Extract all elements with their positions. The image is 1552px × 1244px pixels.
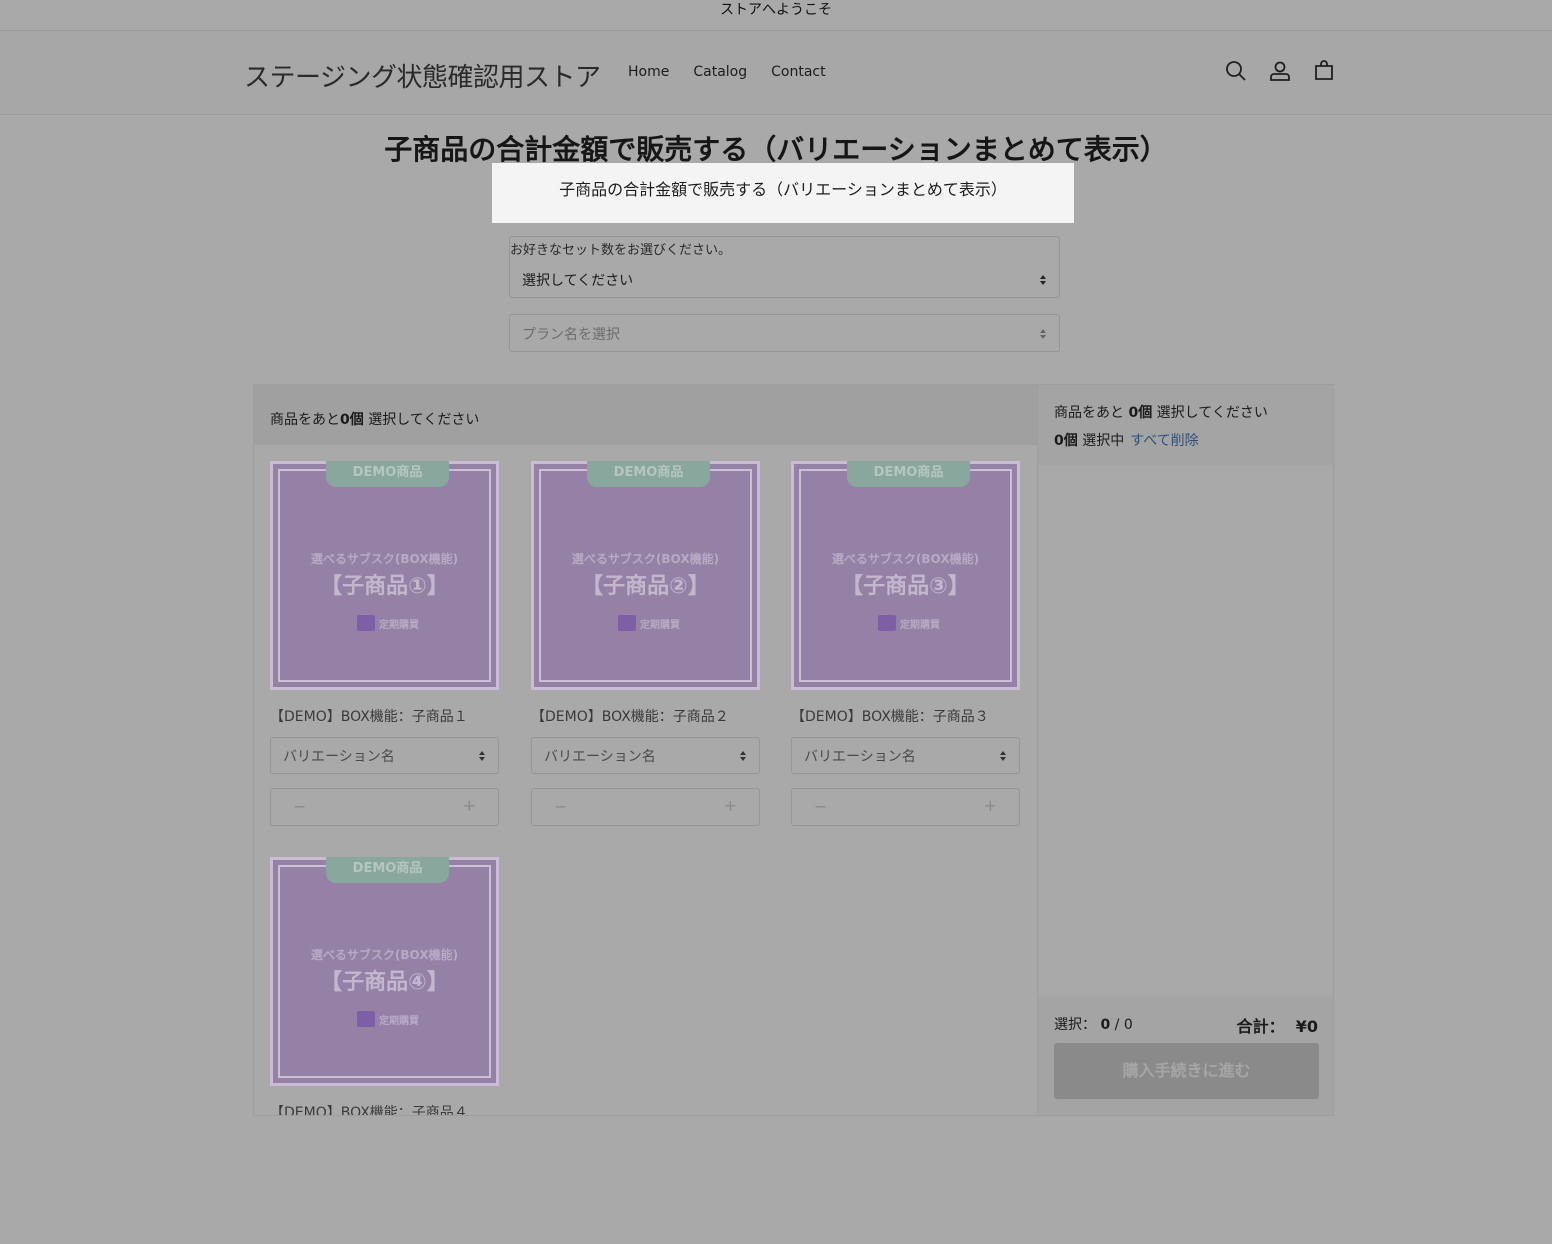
site-header: ステージング状態確認用ストア Home Catalog Contact	[0, 31, 1552, 115]
quantity-stepper: − +	[791, 788, 1020, 826]
product-name[interactable]: 【DEMO】BOX機能：子商品２	[531, 706, 729, 726]
image-caption-2: 【子商品②】	[581, 574, 710, 599]
set-count-select[interactable]: お好きなセット数をお選びください。 選択してください	[509, 236, 1060, 298]
qty-minus-button[interactable]: −	[554, 797, 567, 816]
box-builder: 商品をあと0個 選択してください DEMO商品 選べるサブスク(BOX機能) 【…	[253, 384, 1334, 1116]
subscription-icon	[357, 1011, 375, 1027]
announcement-bar: ストアへようこそ	[0, 0, 1552, 31]
product-image[interactable]: DEMO商品 選べるサブスク(BOX機能) 【子商品③】 定期購買	[791, 461, 1020, 690]
variation-value: バリエーション名	[283, 749, 395, 765]
total-price: 合計： ¥0	[1236, 1017, 1318, 1036]
variation-value: バリエーション名	[544, 749, 656, 765]
product-name[interactable]: 【DEMO】BOX機能：子商品３	[791, 706, 989, 726]
cart-icon[interactable]	[1312, 59, 1336, 83]
image-caption-3: 定期購買	[357, 1011, 419, 1027]
variation-select[interactable]: バリエーション名	[270, 737, 499, 774]
product-grid: DEMO商品 選べるサブスク(BOX機能) 【子商品①】 定期購買 【DEMO】…	[254, 445, 1037, 1115]
selection-count: 選択： 0 / 0	[1054, 1017, 1133, 1033]
subscription-icon	[878, 615, 896, 631]
chevron-updown-icon	[479, 751, 485, 761]
subscription-icon	[618, 615, 636, 631]
image-caption-1: 選べるサブスク(BOX機能)	[310, 948, 459, 962]
demo-tag: DEMO商品	[587, 461, 710, 487]
chevron-updown-icon	[740, 751, 746, 761]
nav-home[interactable]: Home	[628, 64, 669, 80]
summary-header: 商品をあと 0個 選択してください 0個 選択中 すべて削除	[1038, 385, 1333, 465]
product-image[interactable]: DEMO商品 選べるサブスク(BOX機能) 【子商品①】 定期購買	[270, 461, 499, 690]
image-caption-1: 選べるサブスク(BOX機能)	[310, 552, 459, 566]
product-name[interactable]: 【DEMO】BOX機能：子商品１	[270, 706, 468, 726]
demo-tag: DEMO商品	[847, 461, 970, 487]
product-name[interactable]: 【DEMO】BOX機能：子商品４	[270, 1102, 468, 1115]
image-caption-2: 【子商品④】	[320, 970, 449, 995]
title-popup: 子商品の合計金額で販売する（バリエーションまとめて表示）	[492, 163, 1074, 223]
variation-select[interactable]: バリエーション名	[531, 737, 760, 774]
demo-tag: DEMO商品	[326, 461, 449, 487]
box-header: 商品をあと0個 選択してください	[254, 385, 1037, 445]
image-caption-3: 定期購買	[618, 615, 680, 631]
image-caption-2: 【子商品①】	[320, 574, 449, 599]
qty-minus-button[interactable]: −	[814, 797, 827, 816]
image-caption-3: 定期購買	[357, 615, 419, 631]
box-summary: 商品をあと 0個 選択してください 0個 選択中 すべて削除 選択： 0 / 0 …	[1037, 385, 1333, 1115]
store-logo[interactable]: ステージング状態確認用ストア	[244, 57, 601, 94]
quantity-stepper: − +	[531, 788, 760, 826]
qty-plus-button[interactable]: +	[724, 796, 737, 815]
variation-select[interactable]: バリエーション名	[791, 737, 1020, 774]
demo-tag: DEMO商品	[326, 857, 449, 883]
box-remaining-text: 商品をあと0個 選択してください	[270, 412, 480, 428]
chevron-updown-icon	[1040, 275, 1046, 285]
chevron-updown-icon	[1000, 751, 1006, 761]
set-count-value: 選択してください	[522, 273, 634, 289]
summary-footer: 選択： 0 / 0 合計： ¥0 購入手続きに進む	[1038, 997, 1333, 1115]
product-title: 子商品の合計金額で販売する（バリエーションまとめて表示）	[384, 133, 1168, 166]
image-caption-1: 選べるサブスク(BOX機能)	[571, 552, 720, 566]
search-icon[interactable]	[1224, 59, 1248, 83]
account-icon[interactable]	[1268, 59, 1292, 83]
header-icons	[1224, 59, 1336, 83]
qty-minus-button[interactable]: −	[293, 797, 306, 816]
chevron-updown-icon	[1040, 329, 1046, 339]
nav-catalog[interactable]: Catalog	[693, 64, 747, 80]
plan-select[interactable]: プラン名を選択	[509, 314, 1060, 352]
plan-select-placeholder: プラン名を選択	[522, 327, 620, 343]
product-image[interactable]: DEMO商品 選べるサブスク(BOX機能) 【子商品②】 定期購買	[531, 461, 760, 690]
set-count-label: お好きなセット数をお選びください。	[510, 243, 732, 258]
image-caption-2: 【子商品③】	[841, 574, 970, 599]
summary-remaining-text: 商品をあと 0個 選択してください	[1054, 405, 1268, 421]
main-nav: Home Catalog Contact	[628, 64, 826, 80]
checkout-button[interactable]: 購入手続きに進む	[1054, 1043, 1319, 1099]
quantity-stepper: − +	[270, 788, 499, 826]
product-image[interactable]: DEMO商品 選べるサブスク(BOX機能) 【子商品④】 定期購買	[270, 857, 499, 1086]
variation-value: バリエーション名	[804, 749, 916, 765]
image-caption-1: 選べるサブスク(BOX機能)	[831, 552, 980, 566]
announcement-text: ストアへようこそ	[720, 2, 832, 18]
qty-plus-button[interactable]: +	[984, 796, 997, 815]
subscription-icon	[357, 615, 375, 631]
nav-contact[interactable]: Contact	[771, 64, 825, 80]
image-caption-3: 定期購買	[878, 615, 940, 631]
clear-all-link[interactable]: すべて削除	[1130, 433, 1198, 449]
summary-selected-text: 0個 選択中 すべて削除	[1054, 433, 1199, 449]
qty-plus-button[interactable]: +	[463, 796, 476, 815]
popup-text: 子商品の合計金額で販売する（バリエーションまとめて表示）	[559, 180, 1007, 199]
